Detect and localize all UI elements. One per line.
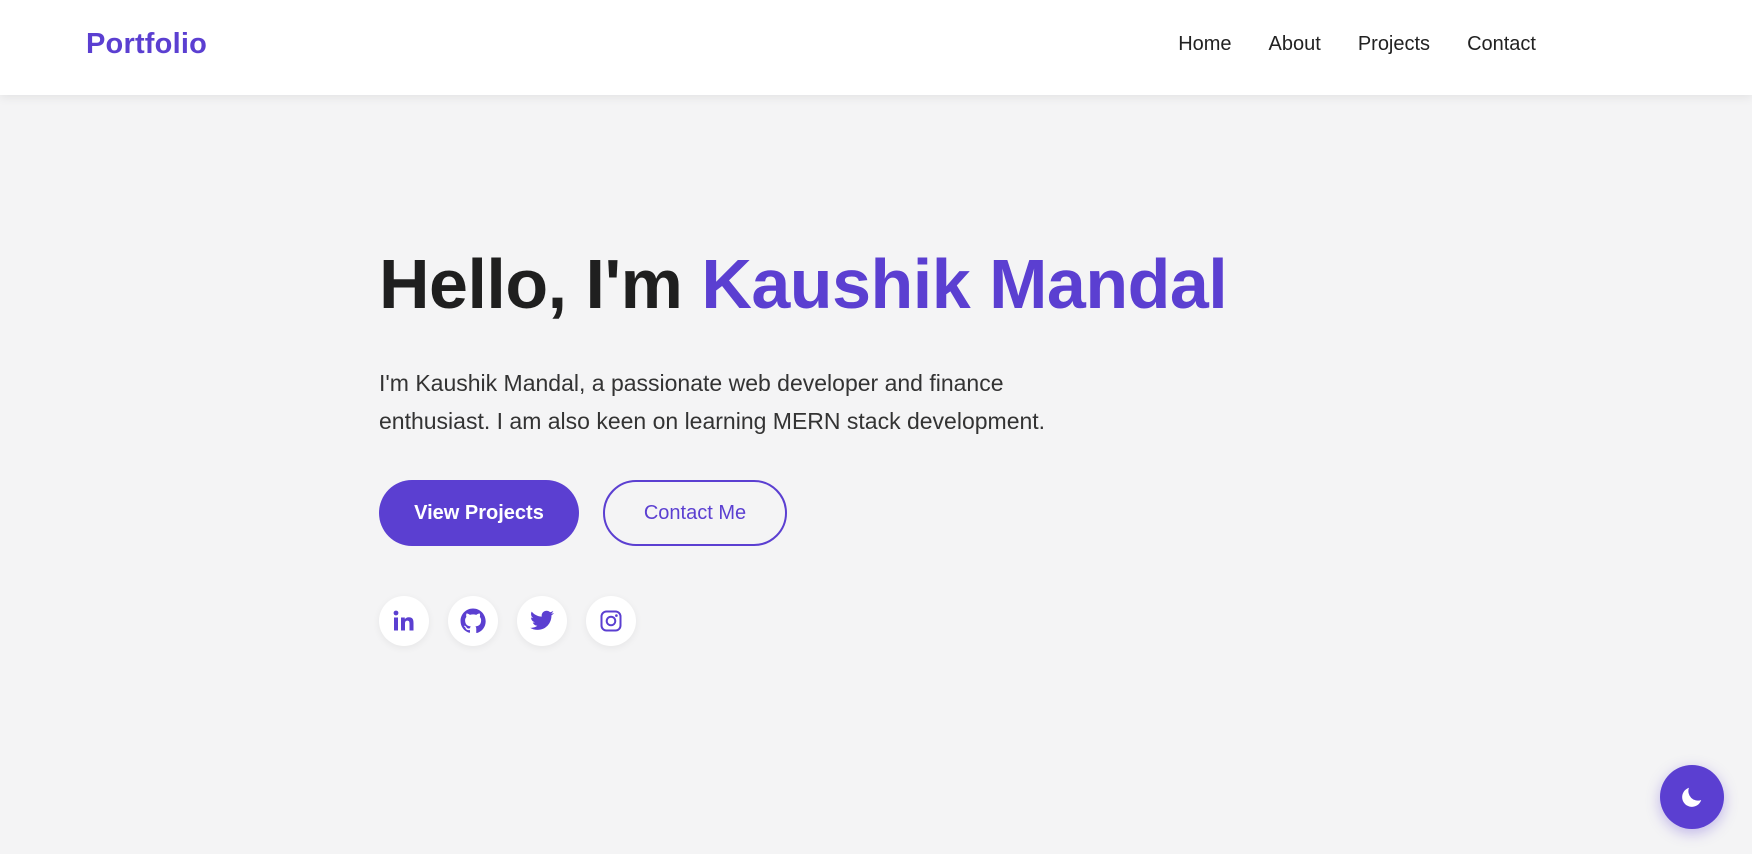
view-projects-button[interactable]: View Projects [379, 480, 579, 546]
nav-links: Home About Projects Contact [1178, 33, 1536, 56]
linkedin-link[interactable] [379, 596, 429, 646]
hero-buttons: View Projects Contact Me [379, 480, 1279, 546]
nav-item-about[interactable]: About [1269, 33, 1321, 56]
theme-toggle-button[interactable] [1660, 765, 1724, 829]
twitter-icon [530, 610, 554, 630]
nav-item-contact[interactable]: Contact [1467, 33, 1536, 56]
moon-icon [1682, 787, 1702, 807]
contact-me-button[interactable]: Contact Me [603, 480, 787, 546]
linkedin-icon [393, 610, 414, 631]
hero-section: Hello, I'm Kaushik Mandal I'm Kaushik Ma… [379, 240, 1279, 646]
hero-title: Hello, I'm Kaushik Mandal [379, 240, 1279, 328]
nav-item-home[interactable]: Home [1178, 33, 1231, 56]
hero-name: Kaushik Mandal [701, 245, 1228, 323]
nav-item-projects[interactable]: Projects [1358, 33, 1430, 56]
top-navbar: Portfolio Home About Projects Contact [0, 0, 1752, 95]
github-link[interactable] [448, 596, 498, 646]
instagram-link[interactable] [586, 596, 636, 646]
hero-greeting: Hello, I'm [379, 245, 702, 323]
github-icon [460, 608, 486, 634]
brand-logo[interactable]: Portfolio [86, 28, 207, 61]
twitter-link[interactable] [517, 596, 567, 646]
social-links [379, 596, 1279, 646]
instagram-icon [600, 610, 622, 632]
hero-description: I'm Kaushik Mandal, a passionate web dev… [379, 370, 1046, 434]
